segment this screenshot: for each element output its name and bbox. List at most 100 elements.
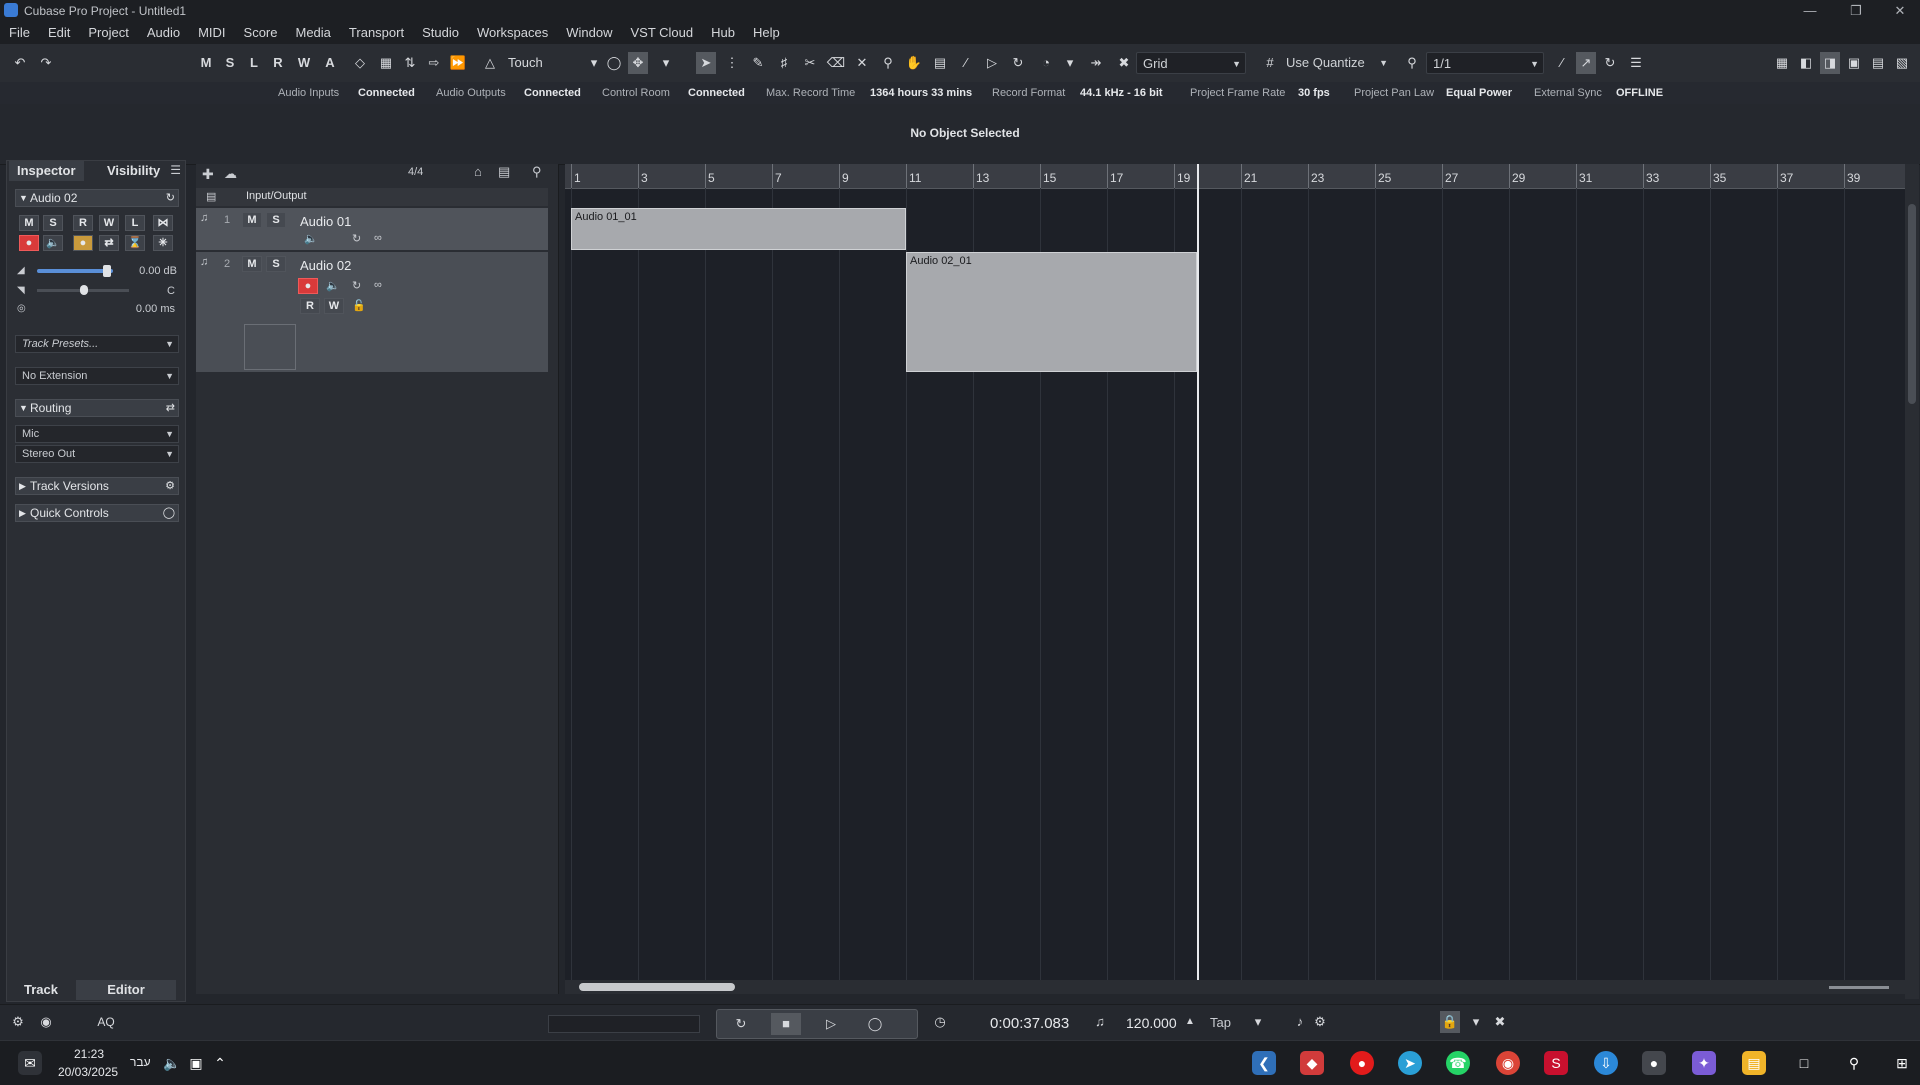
chevron-down-icon[interactable]: ▾ bbox=[1466, 1011, 1486, 1033]
close-icon[interactable]: ✕ bbox=[1882, 2, 1918, 20]
menu-help[interactable]: Help bbox=[744, 22, 789, 44]
quantize-search-icon[interactable]: ⚲ bbox=[1402, 52, 1422, 74]
automation-state-button[interactable]: A bbox=[320, 52, 340, 74]
lock-icon[interactable]: 🔒 bbox=[1440, 1011, 1460, 1033]
play-icon[interactable]: ▷ bbox=[821, 1013, 841, 1035]
color-icon[interactable]: ◔ bbox=[1036, 52, 1056, 74]
copilot-icon[interactable]: ✦ bbox=[1692, 1051, 1716, 1075]
record-enable-button[interactable]: ● bbox=[19, 235, 39, 251]
menu-edit[interactable]: Edit bbox=[39, 22, 79, 44]
transport-zone-icon[interactable]: ▧ bbox=[1892, 52, 1912, 74]
right-zone-icon[interactable]: ◨ bbox=[1820, 52, 1840, 74]
track-read-button[interactable]: R bbox=[300, 298, 320, 314]
zoom-icon[interactable]: ⚲ bbox=[878, 52, 898, 74]
list-view-icon[interactable]: ▤ bbox=[498, 164, 510, 180]
vertical-scroll-thumb[interactable] bbox=[1908, 204, 1916, 404]
list-icon[interactable]: ☰ bbox=[1626, 52, 1646, 74]
quantize-icon[interactable]: # bbox=[1260, 52, 1280, 74]
tempo-stepper-icon[interactable]: ▲ bbox=[1180, 1011, 1200, 1033]
menu-project[interactable]: Project bbox=[79, 22, 137, 44]
locator-range[interactable] bbox=[548, 1015, 700, 1033]
write-state-button[interactable]: W bbox=[294, 52, 314, 74]
mute-button[interactable]: M bbox=[19, 215, 39, 231]
telegram-icon[interactable]: ➤ bbox=[1398, 1051, 1422, 1075]
menu-studio[interactable]: Studio bbox=[413, 22, 468, 44]
menu-hub[interactable]: Hub bbox=[702, 22, 744, 44]
search-icon[interactable]: ⚲ bbox=[1842, 1051, 1866, 1075]
forward-icon[interactable]: ⇨ bbox=[424, 52, 444, 74]
home-icon[interactable]: ⌂ bbox=[474, 164, 482, 179]
vertical-scrollbar[interactable] bbox=[1905, 164, 1919, 999]
metronome-icon[interactable]: ♫ bbox=[1090, 1011, 1110, 1033]
snap-type-dropdown[interactable]: Grid ▼ bbox=[1136, 52, 1246, 74]
cubase-taskbar-icon[interactable]: ❮ bbox=[1252, 1051, 1276, 1075]
mute-tool-icon[interactable]: ✕ bbox=[852, 52, 872, 74]
monitor-icon[interactable]: 🔈 bbox=[43, 235, 63, 251]
add-folder-icon[interactable]: ☁ bbox=[224, 166, 237, 182]
minimize-icon[interactable]: — bbox=[1792, 2, 1828, 20]
lock-icon[interactable]: 🔓 bbox=[352, 299, 366, 312]
menu-media[interactable]: Media bbox=[287, 22, 340, 44]
volume-icon[interactable]: 🔈 bbox=[160, 1051, 184, 1075]
horizontal-scrollbar[interactable] bbox=[565, 980, 1905, 994]
project-area[interactable]: 1 3 5 7 9 11 13 15 17 19 21 23 25 27 29 31 33 35 37 39 Audi… bbox=[565, 164, 1905, 980]
quantize-settings-icon[interactable]: ↻ bbox=[1600, 52, 1620, 74]
track-name[interactable]: Audio 01 bbox=[300, 214, 351, 229]
delay-value[interactable]: 0.00 ms bbox=[136, 303, 175, 315]
file-explorer-icon[interactable]: ▤ bbox=[1742, 1051, 1766, 1075]
tempo-value[interactable]: 120.000 bbox=[1126, 1015, 1177, 1031]
volume-fader[interactable] bbox=[37, 269, 113, 273]
chevron-down-icon[interactable]: ▾ bbox=[584, 52, 604, 74]
link-icon[interactable]: ∞ bbox=[374, 279, 382, 291]
timebase-icon[interactable]: ⌛ bbox=[125, 235, 145, 251]
tab-inspector[interactable]: Inspector bbox=[9, 161, 84, 181]
marker-icon[interactable]: ◇ bbox=[350, 52, 370, 74]
monitor-icon[interactable]: 🔈 bbox=[304, 232, 318, 245]
edit-channel-icon[interactable]: ↻ bbox=[352, 232, 361, 245]
maximize-icon[interactable]: ❐ bbox=[1838, 2, 1874, 20]
settings-icon[interactable]: ✳ bbox=[153, 235, 173, 251]
menu-audio[interactable]: Audio bbox=[138, 22, 189, 44]
menu-workspaces[interactable]: Workspaces bbox=[468, 22, 557, 44]
tab-track[interactable]: Track bbox=[24, 982, 58, 997]
snap-on-icon[interactable]: ✖ bbox=[1114, 52, 1134, 74]
network-icon[interactable]: ▣ bbox=[184, 1051, 208, 1075]
solo-button[interactable]: S bbox=[43, 215, 63, 231]
iterative-quantize-icon[interactable]: ∕ bbox=[1552, 52, 1572, 74]
lower-zone-icon[interactable]: ▣ bbox=[1844, 52, 1864, 74]
fast-forward-icon[interactable]: ⏩ bbox=[448, 52, 468, 74]
redo-icon[interactable]: ↷ bbox=[36, 52, 56, 74]
app-icon[interactable]: ● bbox=[1642, 1051, 1666, 1075]
track-solo-button[interactable]: S bbox=[266, 212, 286, 228]
menu-score[interactable]: Score bbox=[235, 22, 287, 44]
app-icon[interactable]: ● bbox=[1350, 1051, 1374, 1075]
mute-state-button[interactable]: M bbox=[196, 52, 216, 74]
search-icon[interactable]: ⚲ bbox=[532, 164, 542, 180]
time-display-icon[interactable]: ◷ bbox=[930, 1011, 950, 1033]
folder-row[interactable]: ▤ Input/Output bbox=[196, 188, 548, 206]
tab-editor[interactable]: Editor bbox=[76, 980, 176, 1000]
audio-event[interactable]: Audio 01_01 bbox=[571, 208, 906, 250]
listen-button[interactable]: L bbox=[125, 215, 145, 231]
punch-icon[interactable]: ✖ bbox=[1490, 1011, 1510, 1033]
lock-icon[interactable]: ● bbox=[73, 235, 93, 251]
quantize-mode-dropdown[interactable]: Use Quantize ▼ bbox=[1280, 52, 1392, 74]
read-state-button[interactable]: R bbox=[268, 52, 288, 74]
quantize-active-icon[interactable]: ↗ bbox=[1576, 52, 1596, 74]
edit-icon[interactable]: ◯ bbox=[604, 52, 624, 74]
menu-vst-cloud[interactable]: VST Cloud bbox=[622, 22, 703, 44]
task-view-icon[interactable]: □ bbox=[1792, 1051, 1816, 1075]
range-icon[interactable]: ⋮ bbox=[722, 52, 742, 74]
track-solo-button[interactable]: S bbox=[266, 256, 286, 272]
volume-fader-handle[interactable] bbox=[103, 265, 111, 277]
glue-icon[interactable]: ♯ bbox=[774, 52, 794, 74]
menu-midi[interactable]: MIDI bbox=[189, 22, 234, 44]
pan-handle[interactable] bbox=[80, 285, 88, 295]
mixer-icon[interactable]: ⇅ bbox=[400, 52, 420, 74]
app-icon[interactable]: S bbox=[1544, 1051, 1568, 1075]
read-button[interactable]: R bbox=[73, 215, 93, 231]
pan-value[interactable]: C bbox=[167, 285, 175, 297]
language-indicator[interactable]: עבר bbox=[130, 1055, 151, 1069]
edit-channel-icon[interactable]: ↻ bbox=[166, 190, 175, 206]
split-icon[interactable]: ✎ bbox=[748, 52, 768, 74]
